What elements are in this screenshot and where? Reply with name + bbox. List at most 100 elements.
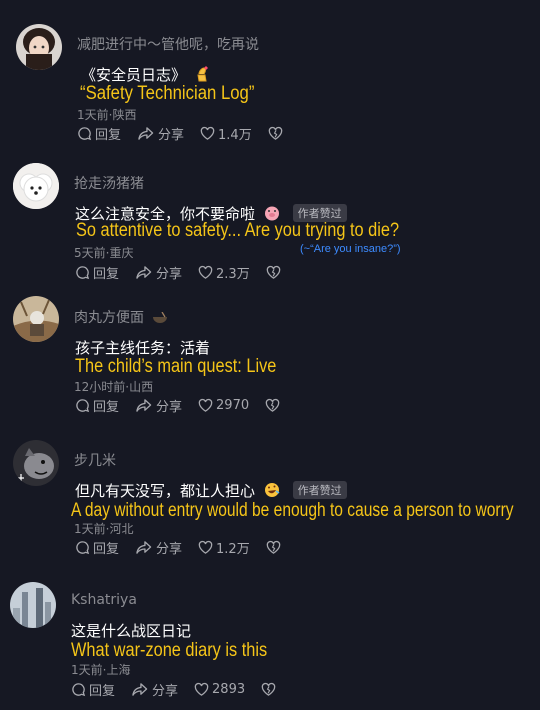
reply-label: 回复	[95, 128, 122, 143]
avatar[interactable]	[13, 296, 59, 342]
avatar[interactable]	[13, 440, 59, 486]
like-count: 1.4万	[218, 128, 252, 143]
comment-item: 肉丸方便面 孩子主线任务：活着 The child’s main quest: …	[0, 290, 540, 430]
like-count: 1.2万	[216, 542, 250, 557]
comment-text: 但凡有天没写，都让人担心 作者赞过	[75, 480, 347, 502]
reply-button[interactable]: 回复	[77, 124, 121, 143]
username[interactable]: 肉丸方便面	[74, 307, 168, 328]
avatar-poodle-icon	[13, 163, 59, 209]
heart-icon	[198, 265, 213, 280]
reply-button[interactable]: 回复	[71, 680, 115, 699]
reply-icon	[75, 265, 90, 280]
username-text: 肉丸方便面	[74, 310, 144, 326]
noodle-bowl-icon	[152, 311, 168, 328]
comment-text-content: 但凡有天没写，都让人担心	[75, 482, 256, 500]
share-button[interactable]: 分享	[135, 396, 182, 415]
comment-translation: “Safety Technician Log”	[80, 83, 255, 104]
like-button[interactable]: 1.4万	[200, 124, 252, 143]
reply-label: 回复	[93, 400, 120, 415]
like-button[interactable]: 2893	[194, 682, 245, 697]
reply-label: 回复	[89, 684, 116, 699]
share-icon	[135, 540, 153, 555]
dislike-button[interactable]	[265, 398, 283, 413]
reply-icon	[75, 398, 90, 413]
heart-icon	[200, 126, 215, 141]
comment-actions: 回复 分享 2970	[75, 396, 299, 415]
comment-meta: 12小时前·山西	[74, 380, 154, 394]
broken-heart-icon	[265, 398, 280, 413]
comment-text-content: 《安全员日志》	[81, 66, 187, 84]
author-liked-badge: 作者赞过	[292, 481, 347, 499]
broken-heart-icon	[268, 126, 283, 141]
reply-icon	[75, 540, 90, 555]
comment-text: 这是什么战区日记	[71, 622, 192, 640]
heart-icon	[198, 540, 213, 555]
avatar[interactable]	[13, 163, 59, 209]
dislike-button[interactable]	[268, 126, 286, 141]
comment-meta: 5天前·重庆	[74, 246, 134, 260]
broken-heart-icon	[266, 265, 281, 280]
like-button[interactable]: 2.3万	[198, 263, 250, 282]
share-icon	[135, 398, 153, 413]
comment-meta: 1天前·河北	[74, 522, 134, 536]
comment-meta: 1天前·上海	[71, 663, 131, 677]
like-button[interactable]: 1.2万	[198, 538, 250, 557]
reply-label: 回复	[93, 542, 120, 557]
heart-icon	[198, 398, 213, 413]
share-button[interactable]: 分享	[137, 124, 184, 143]
reply-button[interactable]: 回复	[75, 538, 119, 557]
username[interactable]: 步几米	[74, 450, 116, 470]
comment-translation: So attentive to safety... Are you trying…	[76, 220, 400, 241]
username[interactable]: Kshatriya	[71, 592, 137, 608]
share-button[interactable]: 分享	[135, 538, 182, 557]
share-icon	[137, 126, 155, 141]
dislike-button[interactable]	[261, 682, 279, 697]
avatar-photo-icon	[13, 296, 59, 342]
share-label: 分享	[152, 684, 179, 699]
broken-heart-icon	[261, 682, 276, 697]
avatar-city-icon	[10, 582, 56, 628]
dislike-button[interactable]	[266, 265, 284, 280]
share-label: 分享	[156, 542, 183, 557]
share-label: 分享	[158, 128, 185, 143]
comment-item: 减肥进行中～管他呢，吃再说 《安全员日志》 “Safety Technician…	[0, 0, 540, 155]
comment-translation: What war-zone diary is this	[71, 640, 268, 661]
username[interactable]: 减肥进行中～管他呢，吃再说	[77, 34, 259, 54]
like-count: 2893	[212, 682, 246, 697]
avatar-girl-icon	[16, 24, 62, 70]
comment-text: 孩子主线任务：活着	[75, 339, 211, 357]
broken-heart-icon	[266, 540, 281, 555]
like-count: 2970	[216, 398, 250, 413]
share-icon	[135, 265, 153, 280]
comment-actions: 回复 分享 1.2万	[75, 538, 300, 557]
rofl-emoji-icon	[264, 482, 280, 502]
comment-actions: 回复 分享 1.4万	[77, 124, 302, 143]
comment-translation: A day without entry would be enough to c…	[71, 500, 514, 521]
share-button[interactable]: 分享	[131, 680, 178, 699]
reply-button[interactable]: 回复	[75, 396, 119, 415]
share-label: 分享	[156, 400, 183, 415]
share-button[interactable]: 分享	[135, 263, 182, 282]
heart-icon	[194, 682, 209, 697]
like-button[interactable]: 2970	[198, 398, 249, 413]
avatar[interactable]	[10, 582, 56, 628]
comment-actions: 回复 分享 2.3万	[75, 263, 300, 282]
like-count: 2.3万	[216, 267, 250, 282]
comment-actions: 回复 分享 2893	[71, 680, 295, 699]
avatar-cartoon-dog-icon	[13, 440, 59, 486]
share-label: 分享	[156, 267, 183, 282]
comment-item: 步几米 但凡有天没写，都让人担心 作者赞过 A day without entr…	[0, 430, 540, 570]
reply-button[interactable]: 回复	[75, 263, 119, 282]
comment-item: Kshatriya 这是什么战区日记 What war-zone diary i…	[0, 570, 540, 710]
comment-meta: 1天前·陕西	[77, 108, 137, 122]
comment-translation: The child’s main quest: Live	[75, 356, 277, 377]
reply-label: 回复	[93, 267, 120, 282]
translation-note: (~“Are you insane?”)	[300, 243, 401, 255]
reply-icon	[77, 126, 92, 141]
reply-icon	[71, 682, 86, 697]
comment-item: 抢走汤猪猪 这么注意安全，你不要命啦 作者赞过 So attentive to …	[0, 155, 540, 290]
username[interactable]: 抢走汤猪猪	[74, 173, 144, 193]
dislike-button[interactable]	[266, 540, 284, 555]
share-icon	[131, 682, 149, 697]
avatar[interactable]	[16, 24, 62, 70]
